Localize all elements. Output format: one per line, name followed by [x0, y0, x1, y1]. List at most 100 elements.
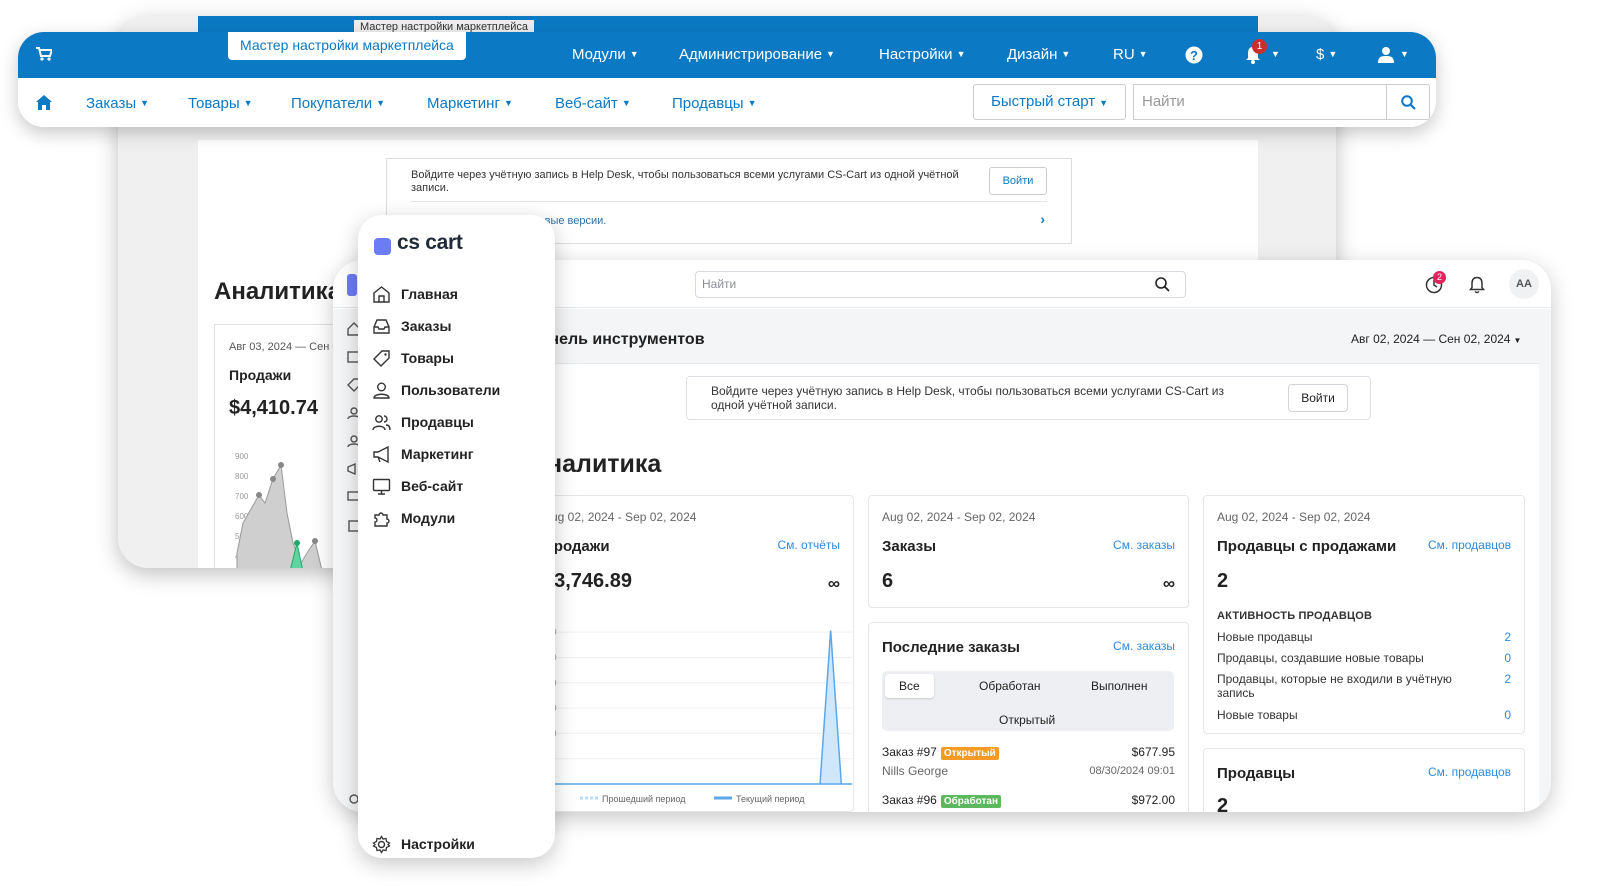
caret-down-icon: ▼ [629, 49, 639, 59]
search-icon[interactable] [1155, 277, 1170, 292]
search-button[interactable] [1386, 84, 1430, 120]
order-date: 08/30/2024 09:01 [1089, 765, 1175, 777]
old-analytics-title: Аналитика [214, 278, 342, 305]
users-icon [372, 414, 391, 430]
search-input[interactable]: Найти [1133, 84, 1387, 120]
nav-label: Администрирование [679, 46, 823, 63]
sidebar-item-home[interactable]: Главная [372, 282, 458, 306]
nav-label: Модули [572, 46, 626, 63]
old-notice-text: Войдите через учётную запись в Help Desk… [411, 169, 959, 194]
subnav-products[interactable]: Товары ▼ [188, 95, 253, 112]
nav-label: Дизайн [1007, 46, 1058, 63]
old-chart-tick: 800 [235, 472, 249, 481]
nav-design[interactable]: Дизайн ▼ [1007, 46, 1070, 63]
legend-label-current: Текущий период [736, 794, 805, 804]
view-orders-link[interactable]: См. заказы [1113, 538, 1175, 552]
puzzle-icon [374, 511, 390, 527]
sidebar-item-modules[interactable]: Модули [372, 506, 455, 530]
sidebar-item-website[interactable]: Веб-сайт [372, 474, 463, 498]
tab-complete[interactable]: Выполнен [1091, 679, 1147, 693]
change-indicator: ∞ [1162, 574, 1175, 593]
view-vendors-link[interactable]: См. продавцов [1428, 765, 1511, 779]
vendors-with-sales-card: Aug 02, 2024 - Sep 02, 2024 Продавцы с п… [1203, 495, 1525, 734]
nav-label: RU [1113, 46, 1135, 63]
caret-down-icon: ▼ [1328, 49, 1338, 59]
card-title: Продавцы с продажами [1217, 538, 1397, 555]
marketplace-wizard-button[interactable]: Мастер настройки маркетплейса [228, 32, 466, 60]
tab-all[interactable]: Все [885, 674, 934, 698]
updates-badge: 2 [1433, 271, 1446, 284]
home-icon[interactable] [36, 95, 52, 110]
orders-card: Aug 02, 2024 - Sep 02, 2024 Заказы См. з… [868, 495, 1189, 608]
sidebar-item-products[interactable]: Товары [372, 346, 454, 370]
subnav-vendors[interactable]: Продавцы ▼ [672, 95, 757, 112]
order-row[interactable]: Заказ #96 Обработан [882, 793, 1002, 808]
caret-down-icon: ▼ [1099, 98, 1108, 108]
activity-label: Продавцы, которые не входили в учётную з… [1217, 672, 1452, 700]
activity-value[interactable]: 0 [1504, 651, 1511, 665]
avatar[interactable]: AA [1509, 269, 1539, 299]
tab-processed[interactable]: Обработан [979, 679, 1041, 693]
view-reports-link[interactable]: См. отчёты [777, 538, 840, 552]
header-search-input[interactable]: Найти [695, 271, 1186, 298]
card-value: $3,746.89 [543, 570, 632, 592]
caret-down-icon[interactable]: ▼ [1400, 49, 1409, 59]
activity-value[interactable]: 2 [1504, 672, 1511, 686]
divider [411, 201, 1047, 202]
quick-start-button[interactable]: Быстрый старт ▼ [973, 84, 1126, 120]
old-sales-chart: 900 800 700 600 500 400 300 [235, 452, 322, 568]
old-login-button[interactable]: Войти [989, 167, 1047, 195]
subnav-label: Заказы [86, 95, 137, 112]
date-range-picker[interactable]: Авг 02, 2024 — Сен 02, 2024 ▼ [1351, 332, 1521, 346]
status-badge: Открытый [940, 747, 999, 760]
sidebar-item-users[interactable]: Пользователи [372, 378, 500, 402]
card-value: 2 [1217, 570, 1229, 592]
legend-label-previous: Прошедший период [602, 794, 686, 804]
sidebar-item-settings[interactable]: Настройки [372, 832, 475, 856]
nav-administration[interactable]: Администрирование ▼ [679, 46, 835, 63]
caret-down-icon: ▼ [1138, 49, 1148, 59]
vendors-card: Продавцы См. продавцов 2 [1203, 748, 1525, 812]
card-value: 6 [882, 570, 894, 592]
nav-settings[interactable]: Настройки ▼ [879, 46, 965, 63]
subnav-label: Веб-сайт [555, 95, 618, 112]
logo[interactable]: cs cart [374, 231, 463, 255]
currency-selector[interactable]: $ ▼ [1316, 46, 1337, 63]
admin-topbar: Мастер настройки маркетплейса Модули ▼ Ад… [18, 32, 1436, 127]
nav-modules[interactable]: Модули ▼ [572, 46, 639, 63]
status-badge: Обработан [940, 795, 1002, 808]
sidebar-item-marketing[interactable]: Маркетинг [372, 442, 474, 466]
bell-icon[interactable] [1469, 276, 1485, 294]
activity-label: Новые товары [1217, 708, 1298, 722]
subnav-marketing[interactable]: Маркетинг ▼ [427, 95, 513, 112]
nav-language[interactable]: RU ▼ [1113, 46, 1148, 63]
caret-down-icon: ▼ [503, 98, 513, 108]
subnav-label: Маркетинг [427, 95, 500, 112]
login-button[interactable]: Войти [1288, 384, 1348, 412]
sidebar-item-label: Товары [401, 350, 454, 366]
subnav-customers[interactable]: Покупатели ▼ [291, 95, 385, 112]
subnav-website[interactable]: Веб-сайт ▼ [555, 95, 631, 112]
page-title: Панель инструментов [529, 331, 705, 348]
sidebar-item-vendors[interactable]: Продавцы [372, 410, 474, 434]
series-current [532, 630, 852, 785]
tab-open[interactable]: Открытый [999, 713, 1055, 727]
order-customer: Nills George [882, 764, 949, 778]
subnav-label: Продавцы [672, 95, 744, 112]
monitor-icon [372, 478, 391, 495]
view-vendors-link[interactable]: См. продавцов [1428, 538, 1511, 552]
home-icon [373, 285, 390, 303]
subnav-orders[interactable]: Заказы ▼ [86, 95, 149, 112]
activity-label: Новые продавцы [1217, 630, 1313, 644]
user-icon[interactable] [1378, 46, 1394, 63]
cart-icon[interactable] [36, 47, 52, 61]
activity-value[interactable]: 2 [1504, 630, 1511, 644]
activity-value[interactable]: 0 [1504, 708, 1511, 722]
caret-down-icon[interactable]: ▼ [1271, 49, 1280, 59]
view-orders-link[interactable]: См. заказы [1113, 639, 1175, 653]
logo-text: cs cart [397, 231, 463, 254]
help-icon[interactable]: ? [1185, 46, 1203, 64]
sidebar-item-orders[interactable]: Заказы [372, 314, 451, 338]
chevron-right-icon[interactable]: › [1040, 211, 1045, 227]
order-row[interactable]: Заказ #97 Открытый [882, 745, 999, 760]
